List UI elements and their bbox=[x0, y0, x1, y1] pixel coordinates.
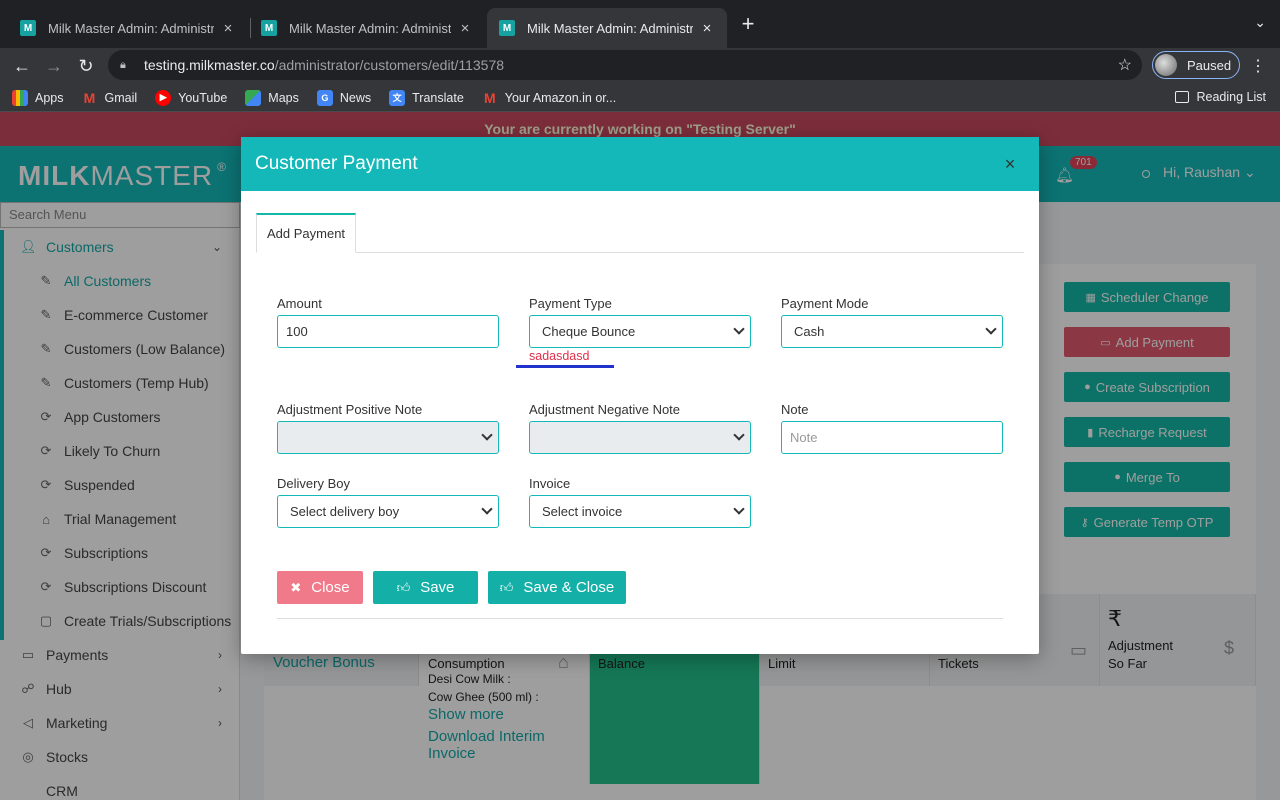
bookmark-youtube[interactable]: ▶ YouTube bbox=[155, 89, 228, 106]
milkmaster-favicon-icon: M bbox=[20, 20, 36, 36]
invoice-select[interactable]: Select invoice bbox=[529, 495, 751, 528]
browser-tab-3-active[interactable]: M Milk Master Admin: Administrat × bbox=[487, 8, 727, 48]
bookmark-label: Translate bbox=[412, 90, 464, 105]
tab-search-chevron-icon[interactable]: ⌄ bbox=[1254, 14, 1266, 31]
close-tab-icon[interactable]: × bbox=[699, 20, 715, 37]
error-underline bbox=[516, 365, 614, 368]
bookmark-amazon[interactable]: M Your Amazon.in or... bbox=[482, 90, 616, 106]
chevron-down-icon bbox=[481, 429, 493, 441]
bookmark-gmail[interactable]: M Gmail bbox=[82, 90, 138, 106]
youtube-icon: ▶ bbox=[155, 89, 172, 106]
news-icon: G bbox=[316, 89, 333, 106]
bookmark-label: Your Amazon.in or... bbox=[504, 90, 617, 105]
close-button-label: Close bbox=[311, 579, 350, 596]
payment-type-select[interactable]: Cheque Bounce bbox=[529, 315, 751, 348]
lock-icon: 🔒︎ bbox=[120, 58, 126, 71]
browser-menu-icon[interactable]: ⋮ bbox=[1250, 56, 1266, 76]
adjustment-positive-note-label: Adjustment Positive Note bbox=[277, 402, 423, 417]
adjustment-negative-note-select[interactable] bbox=[529, 421, 751, 454]
bookmark-star-icon[interactable]: ☆ bbox=[1118, 55, 1132, 75]
browser-tab-1[interactable]: M Milk Master Admin: Administrat × bbox=[8, 8, 248, 48]
avatar bbox=[1155, 54, 1177, 76]
profile-button[interactable]: Paused bbox=[1152, 51, 1240, 79]
close-icon[interactable]: × bbox=[1001, 155, 1019, 173]
browser-tab-2[interactable]: M Milk Master Admin: Administrat × bbox=[249, 8, 485, 48]
close-tab-icon[interactable]: × bbox=[220, 20, 236, 37]
save-button-label: Save bbox=[420, 579, 455, 596]
payment-mode-label: Payment Mode bbox=[781, 296, 869, 311]
delivery-boy-value: Select delivery boy bbox=[290, 504, 400, 519]
gmail-icon: M bbox=[83, 89, 96, 106]
bookmark-label: News bbox=[339, 90, 372, 105]
bookmark-label: Apps bbox=[35, 90, 64, 105]
translate-icon: 文 bbox=[389, 89, 406, 106]
chevron-down-icon bbox=[733, 323, 745, 335]
tab-title: Milk Master Admin: Administrat bbox=[527, 20, 693, 36]
thumbs-up-icon: 👍︎ bbox=[396, 579, 411, 595]
delivery-boy-select[interactable]: Select delivery boy bbox=[277, 495, 499, 528]
note-input[interactable]: Note bbox=[781, 421, 1003, 454]
new-tab-plus-icon[interactable]: + bbox=[736, 12, 760, 36]
back-arrow-icon[interactable]: ← bbox=[8, 52, 36, 80]
chevron-down-icon bbox=[733, 429, 745, 441]
payment-mode-value: Cash bbox=[794, 324, 825, 339]
modal-title: Customer Payment bbox=[255, 153, 418, 174]
browser-tab-strip: M Milk Master Admin: Administrat × M Mil… bbox=[0, 0, 1280, 48]
save-close-button-label: Save & Close bbox=[523, 579, 615, 596]
chevron-down-icon bbox=[733, 503, 745, 515]
amount-value: 100 bbox=[286, 324, 308, 339]
adjustment-negative-note-label: Adjustment Negative Note bbox=[529, 402, 681, 417]
payment-type-error: sadasdasd bbox=[529, 349, 590, 363]
reload-icon[interactable]: ↻ bbox=[72, 52, 100, 80]
chevron-down-icon bbox=[481, 503, 493, 515]
apps-icon bbox=[12, 89, 28, 106]
amount-input[interactable]: 100 bbox=[277, 315, 499, 348]
reading-list-icon bbox=[1174, 91, 1189, 103]
bookmark-label: Gmail bbox=[104, 90, 138, 105]
bookmark-label: Maps bbox=[268, 90, 299, 105]
invoice-value: Select invoice bbox=[542, 504, 623, 519]
modal-tabs: Add Payment bbox=[256, 213, 1024, 253]
profile-status: Paused bbox=[1187, 57, 1232, 73]
note-placeholder: Note bbox=[790, 430, 818, 445]
payment-mode-select[interactable]: Cash bbox=[781, 315, 1003, 348]
browser-toolbar: ← → ↻ 🔒︎ testing.milkmaster.co/administr… bbox=[0, 48, 1280, 84]
payment-type-label: Payment Type bbox=[529, 296, 612, 311]
close-button[interactable]: ✖ Close bbox=[277, 571, 363, 604]
url-path: /administrator/customers/edit/113578 bbox=[274, 57, 505, 73]
save-button[interactable]: 👍︎ Save bbox=[373, 571, 478, 604]
url-host: testing.milkmaster.co bbox=[144, 57, 275, 73]
payment-type-value: Cheque Bounce bbox=[542, 324, 636, 339]
chevron-down-icon bbox=[985, 323, 997, 335]
reading-list-button[interactable]: Reading List bbox=[1174, 90, 1267, 104]
amount-label: Amount bbox=[277, 296, 322, 311]
close-tab-icon[interactable]: × bbox=[457, 20, 473, 37]
bookmark-maps[interactable]: Maps bbox=[245, 89, 299, 106]
delivery-boy-label: Delivery Boy bbox=[277, 476, 350, 491]
bookmark-translate[interactable]: 文 Translate bbox=[389, 89, 464, 106]
times-icon: ✖ bbox=[290, 579, 302, 595]
tab-add-payment[interactable]: Add Payment bbox=[256, 213, 357, 253]
bookmark-apps[interactable]: Apps bbox=[12, 89, 64, 106]
tab-title: Milk Master Admin: Administrat bbox=[48, 20, 214, 36]
address-bar[interactable]: 🔒︎ testing.milkmaster.co/administrator/c… bbox=[108, 50, 1142, 80]
customer-payment-modal: Customer Payment × Add Payment Amount 10… bbox=[241, 137, 1039, 654]
reading-list-label: Reading List bbox=[1196, 90, 1267, 104]
maps-icon bbox=[245, 89, 262, 106]
bookmark-news[interactable]: G News bbox=[316, 89, 372, 106]
bookmarks-bar: Apps M Gmail ▶ YouTube Maps G News 文 Transla… bbox=[0, 84, 1280, 112]
modal-divider bbox=[277, 618, 1003, 619]
milkmaster-favicon-icon: M bbox=[261, 20, 277, 36]
thumbs-up-icon: 👍︎ bbox=[499, 579, 514, 595]
tab-title: Milk Master Admin: Administrat bbox=[289, 20, 451, 36]
milkmaster-favicon-icon: M bbox=[499, 20, 515, 36]
note-label: Note bbox=[781, 402, 809, 417]
bookmark-label: YouTube bbox=[178, 90, 228, 105]
adjustment-positive-note-select[interactable] bbox=[277, 421, 499, 454]
forward-arrow-icon[interactable]: → bbox=[40, 52, 68, 80]
save-and-close-button[interactable]: 👍︎ Save & Close bbox=[488, 571, 626, 604]
invoice-label: Invoice bbox=[529, 476, 571, 491]
amazon-icon: M bbox=[483, 89, 496, 106]
modal-header: Customer Payment × bbox=[241, 137, 1039, 191]
